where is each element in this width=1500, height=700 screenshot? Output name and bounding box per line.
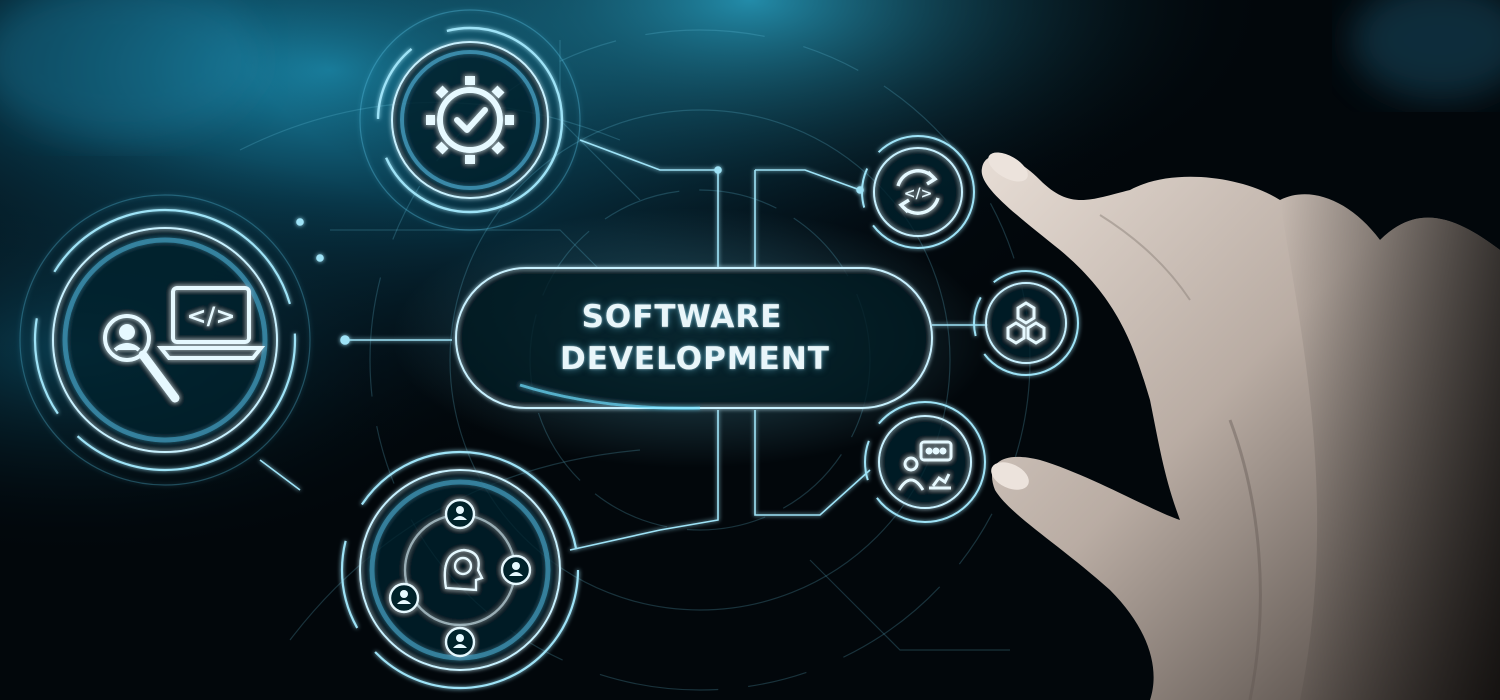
- presentation-user-node: [864, 401, 986, 523]
- laptop-code-glyph: </>: [187, 302, 236, 330]
- sync-code-glyph: </>: [904, 186, 933, 202]
- scene-canvas: </> </>: [0, 0, 1500, 700]
- center-capsule: [455, 267, 933, 410]
